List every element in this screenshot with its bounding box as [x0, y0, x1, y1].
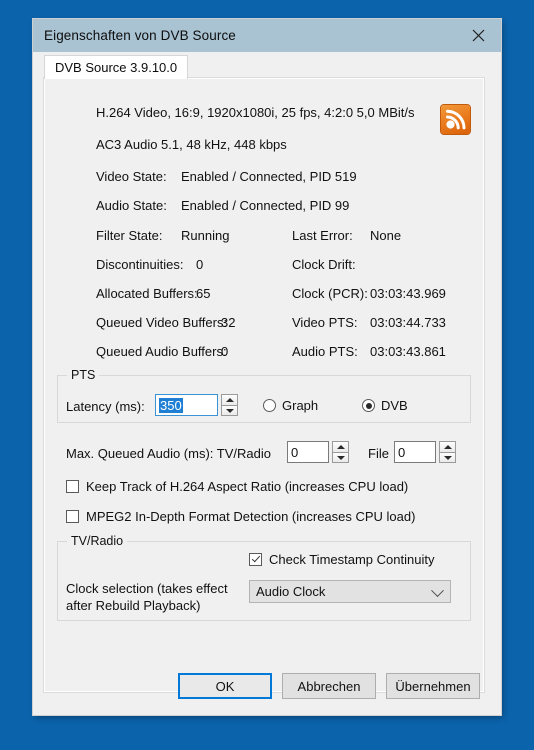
chevron-down-icon [431, 583, 444, 597]
video-state-value: Enabled / Connected, PID 519 [181, 169, 357, 184]
latency-label: Latency (ms): [66, 399, 145, 414]
stat-label: Clock (PCR): [292, 286, 368, 301]
radio-graph-mark [263, 399, 276, 412]
checkbox-mpeg2-format-detection-label: MPEG2 In-Depth Format Detection (increas… [86, 509, 416, 524]
tab-panel: H.264 Video, 16:9, 1920x1080i, 25 fps, 4… [44, 78, 484, 692]
file-stepper-up[interactable] [439, 441, 456, 452]
tab-strip: DVB Source 3.9.10.0 [33, 52, 501, 79]
max-queued-audio-file-input[interactable]: 0 [394, 441, 436, 463]
max-queued-audio-tvradio-value: 0 [291, 444, 299, 460]
max-queued-audio-file-label: File [368, 446, 389, 461]
clock-selection-label-line2: after Rebuild Playback) [66, 598, 201, 613]
stat-label: Audio PTS: [292, 344, 358, 359]
audio-state-value: Enabled / Connected, PID 99 [181, 198, 350, 213]
properties-dialog: Eigenschaften von DVB Source DVB Source … [33, 19, 501, 715]
latency-input[interactable]: 350 [155, 394, 218, 416]
stat-value: 65 [196, 286, 211, 301]
stat-value: 03:03:43.861 [370, 344, 446, 359]
pts-groupbox-title: PTS [67, 368, 100, 382]
radio-dvb[interactable]: DVB [362, 398, 408, 413]
checkbox-check-timestamp-continuity-mark [249, 553, 262, 566]
max-queued-audio-label: Max. Queued Audio (ms): TV/Radio [66, 446, 271, 461]
tvradio-stepper-down[interactable] [332, 452, 349, 463]
stat-value: 32 [221, 315, 236, 330]
video-stream-info: H.264 Video, 16:9, 1920x1080i, 25 fps, 4… [96, 105, 415, 120]
checkbox-mpeg2-format-detection-mark [66, 510, 79, 523]
latency-stepper-down[interactable] [221, 405, 238, 416]
max-queued-audio-tvradio-stepper[interactable] [332, 441, 349, 463]
tvradio-groupbox-title: TV/Radio [67, 534, 128, 548]
stat-value: 0 [196, 257, 204, 272]
checkbox-check-timestamp-continuity[interactable]: Check Timestamp Continuity [249, 552, 434, 567]
window-title: Eigenschaften von DVB Source [44, 28, 236, 43]
stat-value: 0 [221, 344, 229, 359]
stat-label: Clock Drift: [292, 257, 356, 272]
stat-value: 03:03:43.969 [370, 286, 446, 301]
latency-value: 350 [159, 397, 183, 413]
title-bar: Eigenschaften von DVB Source [33, 19, 501, 52]
apply-button[interactable]: Übernehmen [386, 673, 480, 699]
max-queued-audio-file-value: 0 [398, 444, 406, 460]
broadcast-antenna-icon [441, 105, 470, 134]
checkbox-keep-aspect-ratio-mark [66, 480, 79, 493]
max-queued-audio-tvradio-input[interactable]: 0 [287, 441, 329, 463]
latency-stepper-up[interactable] [221, 394, 238, 405]
checkbox-mpeg2-format-detection[interactable]: MPEG2 In-Depth Format Detection (increas… [66, 509, 415, 524]
cancel-button[interactable]: Abbrechen [282, 673, 376, 699]
clock-selection-label-line1: Clock selection (takes effect [66, 581, 228, 596]
stat-label: Queued Audio Buffers: [96, 344, 227, 359]
checkbox-check-timestamp-continuity-label: Check Timestamp Continuity [269, 552, 435, 567]
video-state-label: Video State: [96, 169, 167, 184]
radio-graph[interactable]: Graph [263, 398, 318, 413]
stat-label: Discontinuities: [96, 257, 184, 272]
latency-stepper[interactable] [221, 394, 238, 416]
ok-button[interactable]: OK [178, 673, 272, 699]
max-queued-audio-file-stepper[interactable] [439, 441, 456, 463]
stat-value: Running [181, 228, 230, 243]
stat-label: Filter State: [96, 228, 163, 243]
audio-stream-info: AC3 Audio 5.1, 48 kHz, 448 kbps [96, 137, 287, 152]
checkbox-keep-aspect-ratio-label: Keep Track of H.264 Aspect Ratio (increa… [86, 479, 409, 494]
file-stepper-down[interactable] [439, 452, 456, 463]
stat-label: Video PTS: [292, 315, 358, 330]
checkbox-keep-aspect-ratio[interactable]: Keep Track of H.264 Aspect Ratio (increa… [66, 479, 408, 494]
clock-selection-value: Audio Clock [256, 584, 326, 599]
radio-graph-label: Graph [282, 398, 319, 413]
radio-dvb-label: DVB [381, 398, 408, 413]
audio-state-label: Audio State: [96, 198, 167, 213]
radio-dvb-mark [362, 399, 375, 412]
tab-dvb-source[interactable]: DVB Source 3.9.10.0 [44, 55, 189, 79]
stat-label: Last Error: [292, 228, 353, 243]
stat-value: None [370, 228, 402, 243]
stat-label: Allocated Buffers: [96, 286, 198, 301]
tvradio-stepper-up[interactable] [332, 441, 349, 452]
stat-value: 03:03:44.733 [370, 315, 446, 330]
clock-selection-dropdown[interactable]: Audio Clock [249, 580, 451, 603]
stat-label: Queued Video Buffers: [96, 315, 228, 330]
close-icon[interactable] [455, 19, 501, 52]
